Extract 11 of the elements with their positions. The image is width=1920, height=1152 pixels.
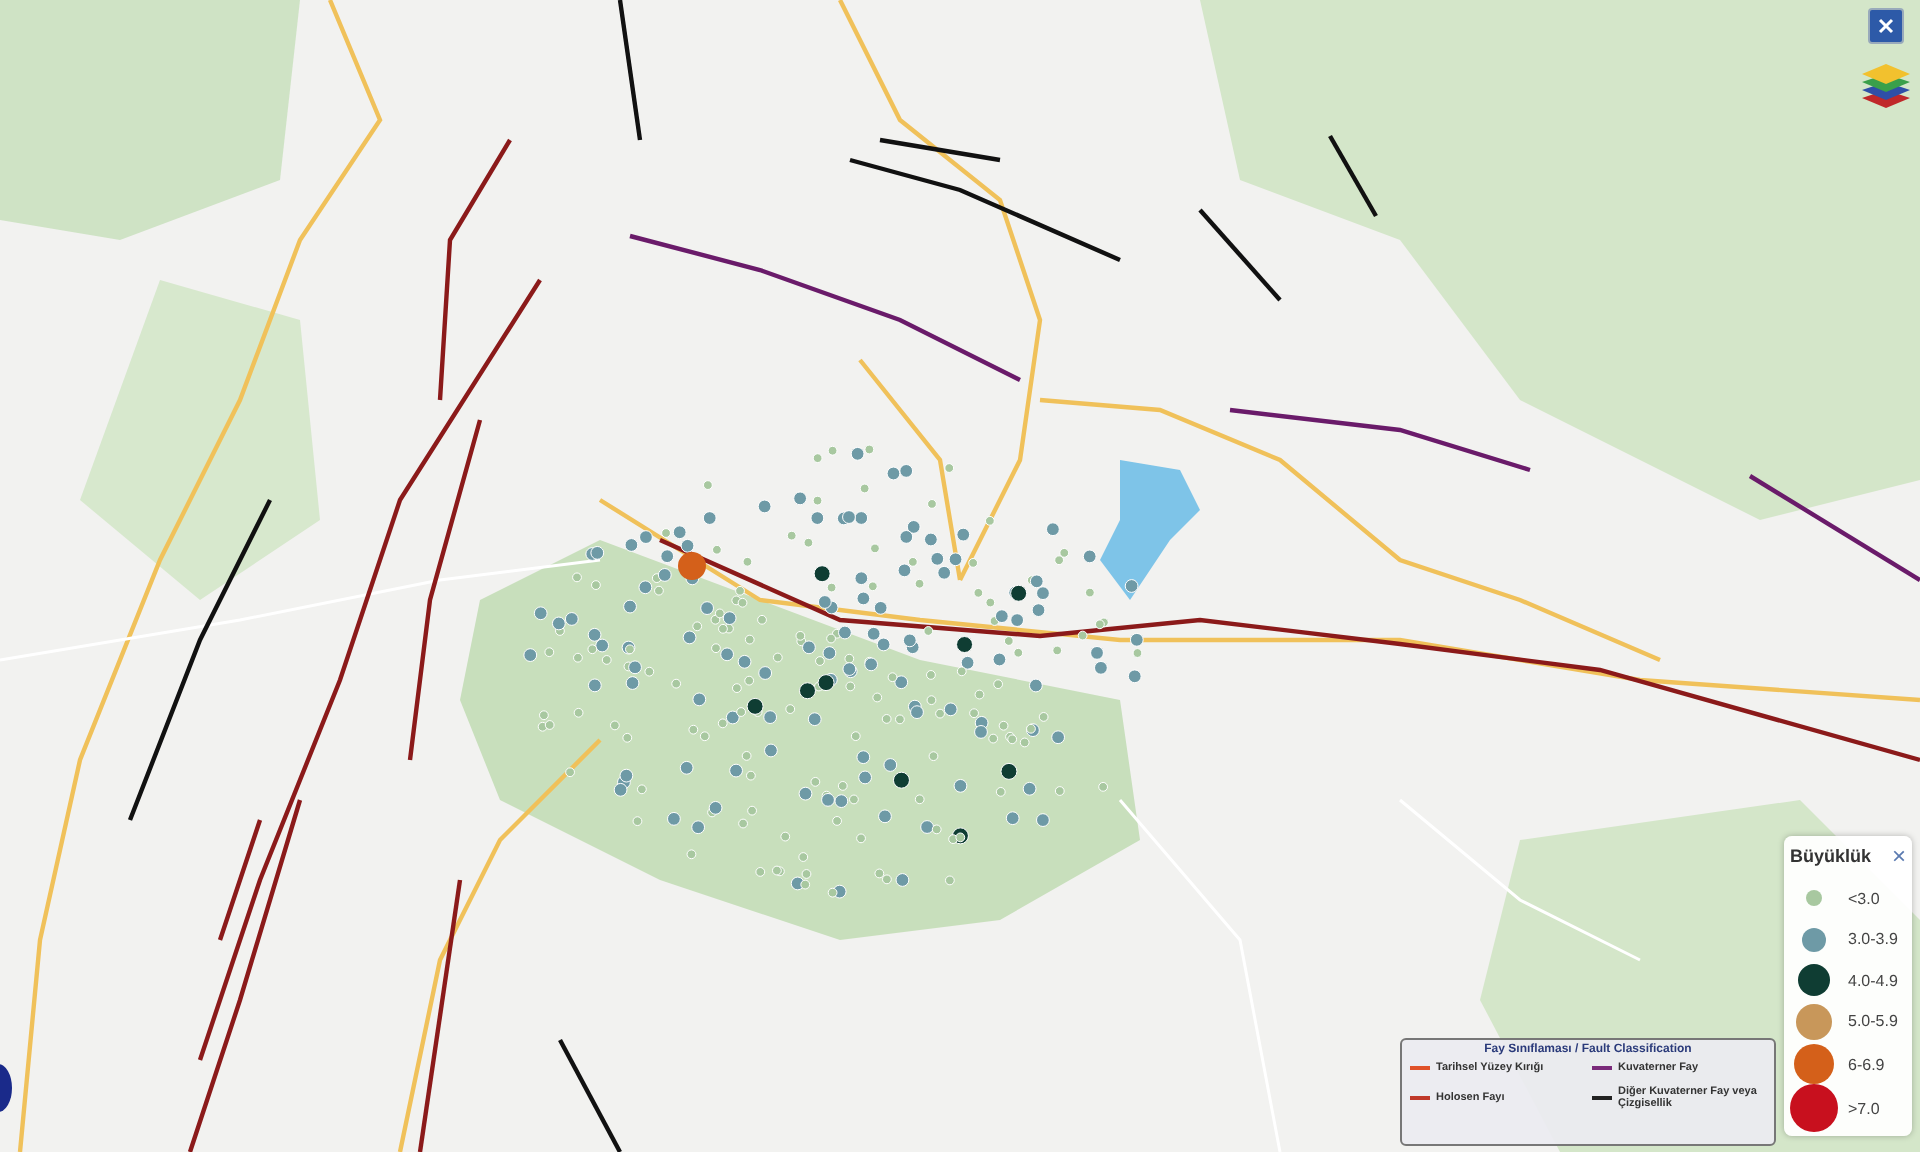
magnitude-label: 3.0-3.9	[1848, 930, 1898, 949]
legend-close-button[interactable]: ×	[1891, 844, 1906, 868]
layers-icon[interactable]	[1860, 62, 1912, 110]
magnitude-label: >7.0	[1848, 1099, 1880, 1117]
magnitude-label: 6-6.9	[1848, 1055, 1885, 1073]
magnitude-label: <3.0	[1848, 889, 1880, 908]
magnitude-label: 4.0-4.9	[1848, 971, 1898, 990]
close-icon	[1878, 18, 1894, 34]
magnitude-label: 5.0-5.9	[1848, 1012, 1898, 1031]
legend-title: Büyüklük	[1790, 846, 1872, 866]
close-button[interactable]	[1868, 8, 1904, 44]
